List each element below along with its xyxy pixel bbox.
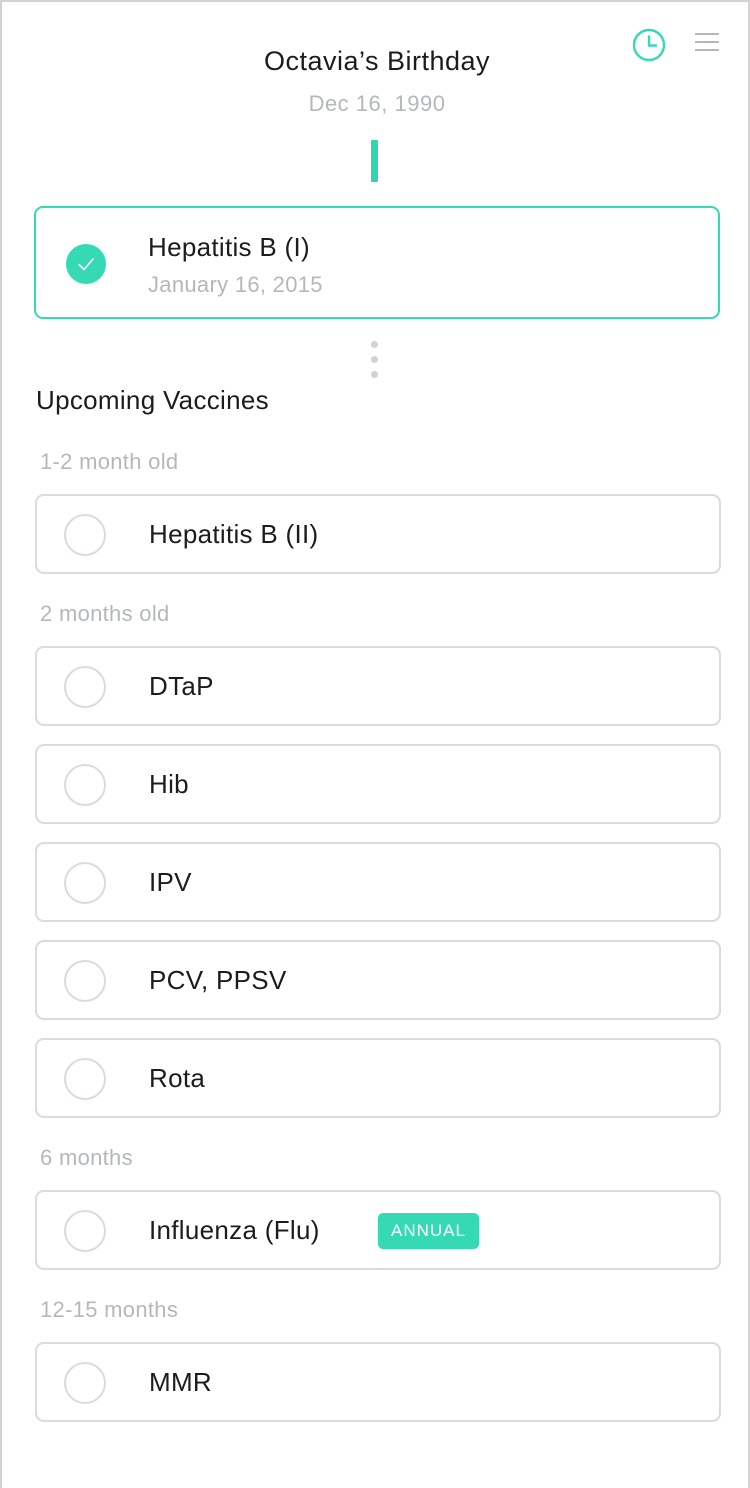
app-screen: Octavia’s Birthday Dec 16, 1990 Hepatiti…	[0, 0, 750, 1488]
annual-badge: ANNUAL	[378, 1213, 479, 1249]
vaccine-name: PCV, PPSV	[149, 965, 287, 995]
checkbox-circle[interactable]	[64, 1058, 106, 1100]
vaccine-name: IPV	[149, 867, 192, 897]
vaccine-name: DTaP	[149, 671, 214, 701]
timeline-dot	[371, 341, 378, 348]
vaccine-card-rota[interactable]: Rota	[35, 1038, 721, 1118]
page-title: Octavia’s Birthday	[263, 46, 491, 76]
checkbox-circle[interactable]	[64, 666, 106, 708]
vaccine-card-influenza[interactable]: Influenza (Flu) ANNUAL	[35, 1190, 721, 1270]
checkbox-circle[interactable]	[64, 862, 106, 904]
age-group-label: 6 months	[40, 1145, 133, 1170]
vaccine-name: Rota	[149, 1063, 206, 1093]
vaccine-card-hepatitis-b-ii[interactable]: Hepatitis B (II)	[35, 494, 721, 574]
vaccine-name: Hepatitis B (II)	[149, 519, 319, 549]
timeline-dot	[371, 356, 378, 363]
vaccine-date: January 16, 2015	[148, 272, 323, 297]
check-icon[interactable]	[66, 244, 106, 284]
timeline-dot	[371, 371, 378, 378]
vaccine-card-dtap[interactable]: DTaP	[35, 646, 721, 726]
vaccine-name: Influenza (Flu)	[149, 1215, 320, 1245]
upcoming-heading: Upcoming Vaccines	[36, 385, 269, 415]
vaccine-card-mmr[interactable]: MMR	[35, 1342, 721, 1422]
vaccine-card-pcv-ppsv[interactable]: PCV, PPSV	[35, 940, 721, 1020]
birth-date: Dec 16, 1990	[308, 91, 446, 116]
vaccine-name: MMR	[149, 1367, 212, 1397]
checkbox-circle[interactable]	[64, 514, 106, 556]
vaccine-name: Hib	[149, 769, 189, 799]
age-group-label: 12-15 months	[40, 1297, 179, 1322]
checkbox-circle[interactable]	[64, 1210, 106, 1252]
vaccine-card-hib[interactable]: Hib	[35, 744, 721, 824]
vaccine-name: Hepatitis B (I)	[148, 232, 310, 262]
age-group-label: 1-2 month old	[40, 449, 179, 474]
timeline-connector	[371, 140, 378, 182]
checkbox-circle[interactable]	[64, 764, 106, 806]
checkbox-circle[interactable]	[64, 1362, 106, 1404]
age-group-label: 2 months old	[40, 601, 170, 626]
checkbox-circle[interactable]	[64, 960, 106, 1002]
completed-vaccine-card[interactable]: Hepatitis B (I) January 16, 2015	[34, 206, 720, 319]
vaccine-card-ipv[interactable]: IPV	[35, 842, 721, 922]
timeline-dots	[370, 341, 380, 381]
